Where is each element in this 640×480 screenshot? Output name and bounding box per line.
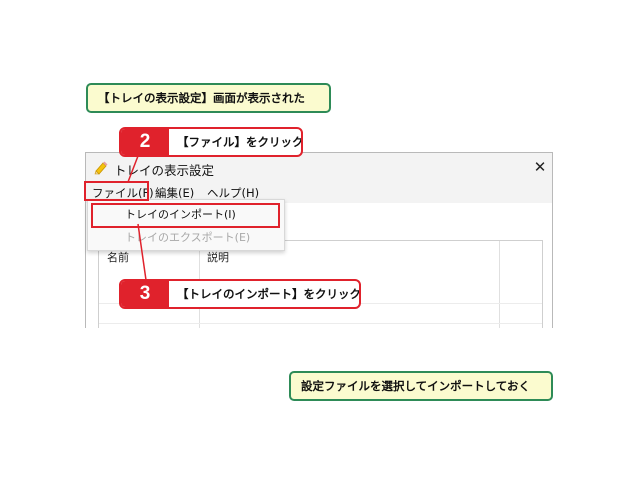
note-select-file: 設定ファイルを選択してインポートしておく [289,371,553,401]
step-number-2: 2 [121,129,169,155]
step-number-3: 3 [121,281,169,307]
callout-step-2: 2 【ファイル】をクリック [119,127,303,157]
leader-line-step-3 [137,223,147,281]
note-select-file-text: 設定ファイルを選択してインポートしておく [301,379,530,393]
leader-line-step-2 [127,155,139,183]
callout-step-3: 3 【トレイのインポート】をクリック [119,279,361,309]
callout-step-3-text: 【トレイのインポート】をクリック [177,287,361,301]
callout-leader-lines [127,155,147,281]
callout-step-2-text: 【ファイル】をクリック [177,135,303,149]
